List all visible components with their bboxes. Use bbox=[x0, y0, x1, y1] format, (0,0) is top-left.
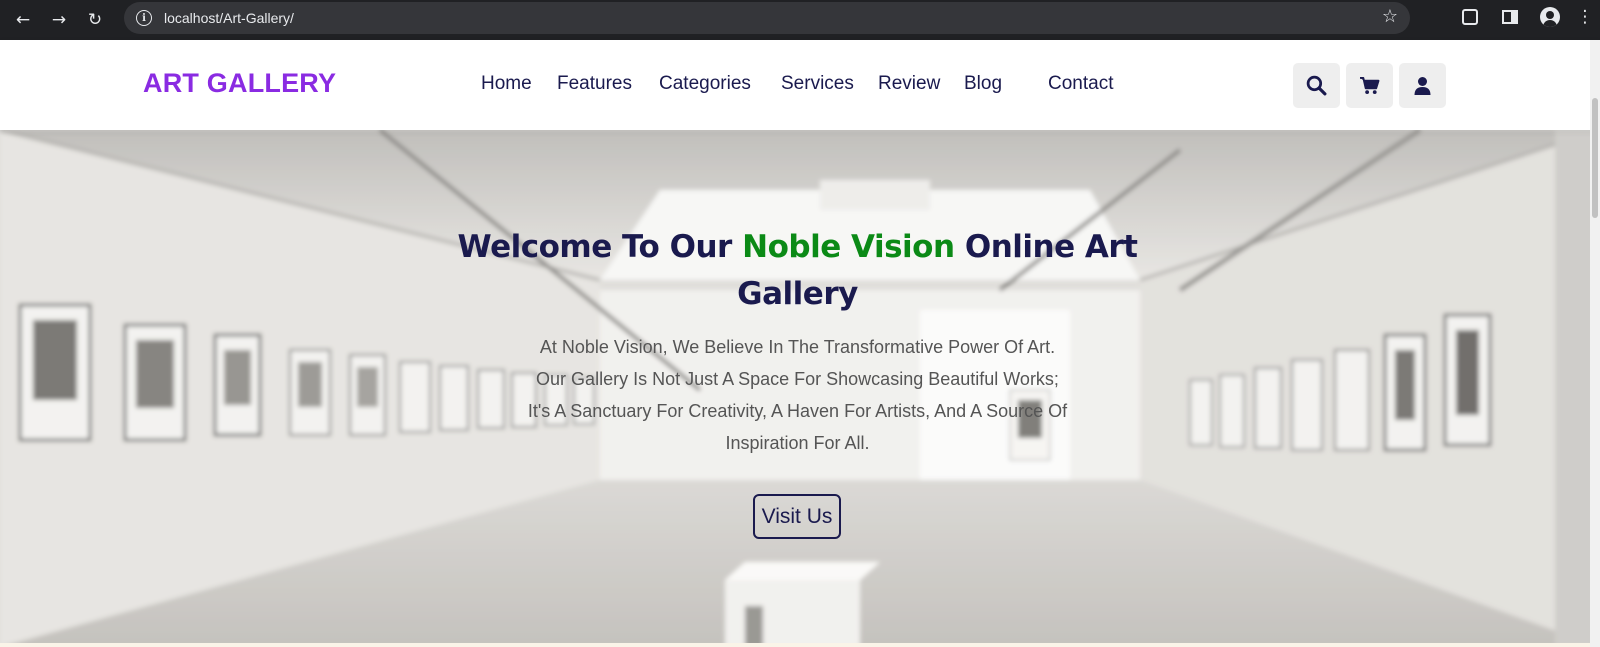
next-section-edge bbox=[0, 643, 1600, 647]
nav-contact[interactable]: Contact bbox=[1048, 73, 1113, 95]
bookmark-star-icon[interactable]: ☆ bbox=[1382, 8, 1398, 26]
profile-avatar-icon[interactable] bbox=[1530, 1, 1570, 33]
visit-us-button[interactable]: Visit Us bbox=[753, 494, 841, 539]
user-button[interactable] bbox=[1399, 63, 1446, 108]
site-header: ART GALLERY Home Features Categories Ser… bbox=[0, 40, 1600, 130]
cart-icon bbox=[1360, 76, 1380, 95]
hero-title-accent: Noble Vision bbox=[742, 229, 955, 265]
hero-text-line: It's A Sanctuary For Creativity, A Haven… bbox=[527, 401, 1068, 421]
user-icon bbox=[1414, 76, 1431, 95]
site-info-icon[interactable]: i bbox=[136, 10, 152, 26]
browser-toolbar: ← → ↻ i localhost/Art-Gallery/ ☆ ⋮ bbox=[0, 0, 1600, 40]
forward-arrow-icon[interactable]: → bbox=[41, 4, 77, 36]
hero-text-line: At Noble Vision, We Believe In The Trans… bbox=[539, 337, 1056, 357]
nav-home[interactable]: Home bbox=[481, 73, 532, 95]
extensions-icon[interactable] bbox=[1450, 1, 1490, 33]
side-panel-icon[interactable] bbox=[1490, 1, 1530, 33]
menu-kebab-icon[interactable]: ⋮ bbox=[1570, 1, 1600, 33]
hero-description: At Noble Vision, We Believe In The Trans… bbox=[480, 331, 1115, 459]
hero-text-line: Our Gallery Is Not Just A Space For Show… bbox=[536, 369, 1059, 389]
address-bar[interactable]: i localhost/Art-Gallery/ ☆ bbox=[124, 2, 1410, 34]
nav-features[interactable]: Features bbox=[557, 73, 632, 95]
hero-title: Welcome To Our Noble Vision Online Art G… bbox=[457, 229, 1138, 312]
hero-text-line: Inspiration For All. bbox=[725, 433, 870, 453]
nav-blog[interactable]: Blog bbox=[964, 73, 1002, 95]
nav-review[interactable]: Review bbox=[878, 73, 940, 95]
hero-section: Welcome To Our Noble Vision Online Art G… bbox=[0, 130, 1600, 647]
search-button[interactable] bbox=[1293, 63, 1340, 108]
scrollbar-thumb[interactable] bbox=[1592, 98, 1598, 218]
page-scrollbar[interactable] bbox=[1590, 40, 1600, 647]
url-text[interactable]: localhost/Art-Gallery/ bbox=[164, 10, 294, 26]
nav-services[interactable]: Services bbox=[781, 73, 854, 95]
search-icon bbox=[1306, 75, 1327, 96]
cart-button[interactable] bbox=[1346, 63, 1393, 108]
nav-categories[interactable]: Categories bbox=[659, 73, 751, 95]
back-arrow-icon[interactable]: ← bbox=[5, 4, 41, 36]
reload-icon[interactable]: ↻ bbox=[77, 4, 113, 36]
